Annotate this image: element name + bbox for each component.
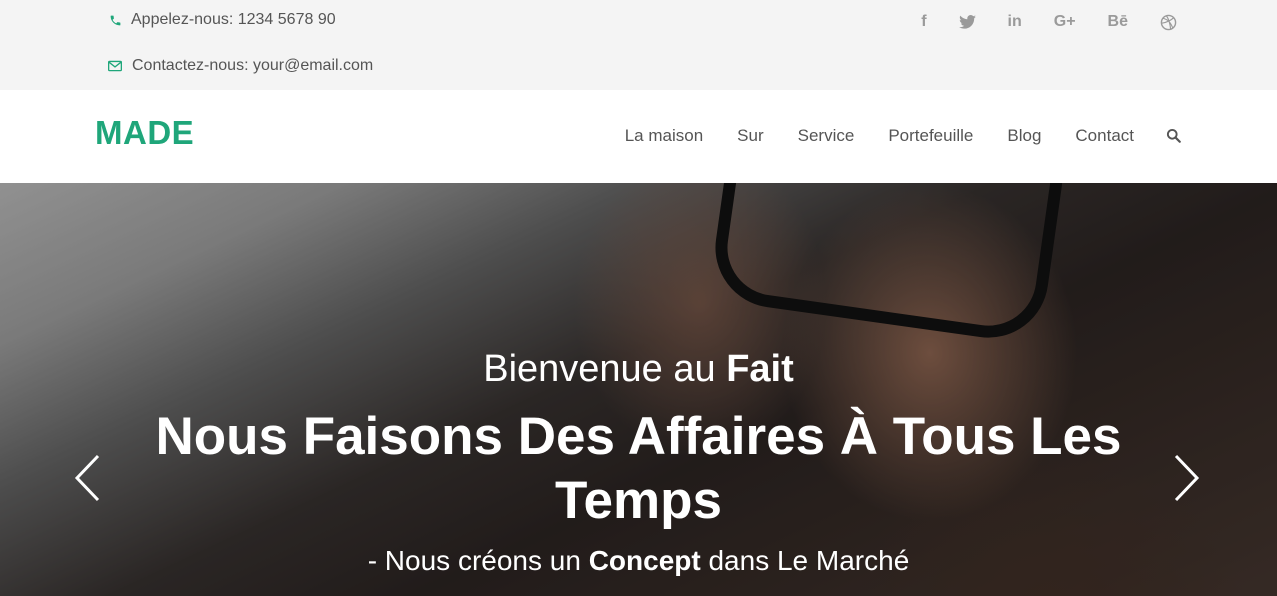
email-label: Contactez-nous: your@email.com bbox=[132, 57, 374, 74]
nav-item-contact[interactable]: Contact bbox=[1075, 126, 1134, 146]
phone-contact: Appelez-nous: 1234 5678 90 bbox=[108, 11, 336, 29]
top-bar: Appelez-nous: 1234 5678 90 Contactez-nou… bbox=[0, 0, 1277, 90]
nav-item-service[interactable]: Service bbox=[798, 126, 855, 146]
google-plus-icon[interactable]: G+ bbox=[1054, 11, 1076, 33]
main-menu: La maison Sur Service Portefeuille Blog … bbox=[625, 126, 1134, 146]
envelope-icon bbox=[108, 59, 122, 73]
social-links: f in G+ Bē bbox=[921, 11, 1177, 33]
chevron-left-icon[interactable] bbox=[72, 453, 102, 503]
main-navbar: MADE La maison Sur Service Portefeuille … bbox=[0, 90, 1277, 183]
hero-tagline: - Nous créons un Concept dans Le Marché bbox=[367, 545, 910, 576]
nav-item-portefeuille[interactable]: Portefeuille bbox=[888, 126, 973, 146]
hero-slider: Bienvenue au Fait Nous Faisons Des Affai… bbox=[0, 183, 1277, 596]
twitter-icon[interactable] bbox=[958, 11, 976, 33]
hero-welcome: Bienvenue au Fait bbox=[483, 348, 794, 390]
phone-icon bbox=[108, 13, 122, 27]
phone-label: Appelez-nous: 1234 5678 90 bbox=[131, 11, 336, 28]
behance-icon[interactable]: Bē bbox=[1108, 11, 1128, 33]
nav-item-blog[interactable]: Blog bbox=[1007, 126, 1041, 146]
nav-item-sur[interactable]: Sur bbox=[737, 126, 763, 146]
dribbble-icon[interactable] bbox=[1160, 11, 1177, 33]
hero-headline: Nous Faisons Des Affaires À Tous Les Tem… bbox=[155, 407, 1122, 530]
search-icon[interactable] bbox=[1164, 126, 1182, 144]
nav-item-la-maison[interactable]: La maison bbox=[625, 126, 703, 146]
site-logo[interactable]: MADE bbox=[95, 114, 194, 152]
facebook-icon[interactable]: f bbox=[921, 11, 926, 33]
email-contact: Contactez-nous: your@email.com bbox=[108, 57, 373, 75]
linkedin-icon[interactable]: in bbox=[1008, 11, 1022, 33]
chevron-right-icon[interactable] bbox=[1172, 453, 1202, 503]
